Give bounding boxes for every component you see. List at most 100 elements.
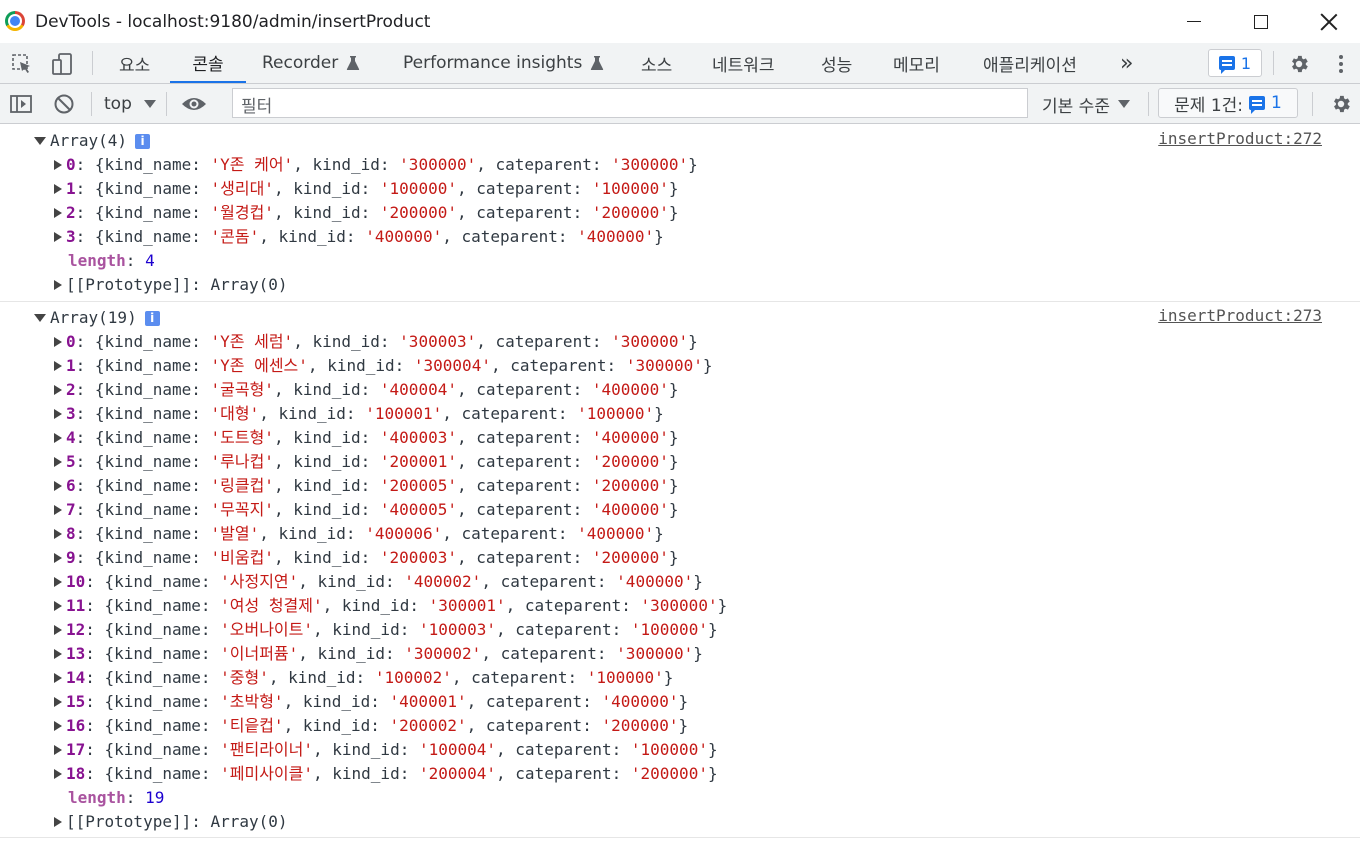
array-item-row[interactable]: 12: {kind_name: '오버나이트', kind_id: '10000…: [54, 618, 718, 642]
show-sidebar-button[interactable]: [6, 84, 36, 124]
punct: , kind_id:: [273, 476, 380, 495]
punct: , cateparent:: [442, 227, 578, 246]
tab-application[interactable]: 애플리케이션: [983, 43, 1077, 83]
array-item-row[interactable]: 10: {kind_name: '사정지연', kind_id: '400002…: [54, 570, 703, 594]
settings-button[interactable]: [1285, 43, 1313, 84]
punct: :: [125, 788, 146, 807]
live-expression-button[interactable]: [179, 84, 209, 124]
punct: : {kind_name:: [75, 203, 211, 222]
item-index: 0: [66, 155, 76, 174]
cateparent-value: '200000': [601, 716, 679, 735]
issues-badge-button[interactable]: 1: [1208, 49, 1262, 77]
array-item-row[interactable]: 1: {kind_name: 'Y존 에센스', kind_id: '30000…: [54, 354, 713, 378]
gear-icon: [1292, 55, 1308, 72]
prototype-label: [[Prototype]]: Array(0): [66, 812, 288, 831]
source-link[interactable]: insertProduct:272: [1158, 127, 1322, 151]
array-item-row[interactable]: 17: {kind_name: '팬티라이너', kind_id: '10000…: [54, 738, 718, 762]
array-item-row[interactable]: 0: {kind_name: 'Y존 케어', kind_id: '300000…: [54, 153, 698, 177]
cateparent-value: '300000': [625, 356, 703, 375]
item-index: 17: [66, 740, 86, 759]
punct: : {kind_name:: [85, 620, 221, 639]
punct: }: [668, 203, 679, 222]
tab-elements[interactable]: 요소: [119, 43, 150, 83]
array-item-row[interactable]: 4: {kind_name: '도트형', kind_id: '400003',…: [54, 426, 679, 450]
minimize-icon: [1187, 21, 1201, 22]
punct: : {kind_name:: [75, 524, 211, 543]
customize-menu-button[interactable]: [1330, 43, 1352, 84]
prototype-row[interactable]: [[Prototype]]: Array(0): [54, 273, 288, 297]
cateparent-value: '100000': [586, 668, 664, 687]
filter-input[interactable]: 필터: [232, 88, 1028, 118]
toolbar-divider: [1312, 92, 1313, 116]
item-index: 2: [66, 380, 76, 399]
inspect-element-button[interactable]: [8, 43, 36, 84]
prototype-row[interactable]: [[Prototype]]: Array(0): [54, 810, 288, 834]
tab-network[interactable]: 네트워크: [712, 43, 775, 83]
item-index: 5: [66, 452, 76, 471]
kind-id-value: '400003': [379, 428, 457, 447]
punct: , kind_id:: [307, 356, 414, 375]
toolbar-divider: [91, 92, 92, 116]
punct: , kind_id:: [273, 452, 380, 471]
array-item-row[interactable]: 7: {kind_name: '무꼭지', kind_id: '400005',…: [54, 498, 679, 522]
maximize-button[interactable]: [1228, 0, 1294, 43]
kind-name-value: '오버나이트': [220, 620, 313, 639]
expand-triangle-icon: [54, 409, 62, 419]
array-item-row[interactable]: 14: {kind_name: '중형', kind_id: '100002',…: [54, 666, 673, 690]
array-item-row[interactable]: 13: {kind_name: '이너퍼퓸', kind_id: '300002…: [54, 642, 703, 666]
array-item-row[interactable]: 5: {kind_name: '루나컵', kind_id: '200001',…: [54, 450, 679, 474]
kind-id-value: '400002': [404, 572, 482, 591]
array-header[interactable]: Array(4) i: [34, 129, 151, 153]
kind-id-value: '200000': [379, 203, 457, 222]
tab-console[interactable]: 콘솔: [170, 43, 246, 83]
source-link[interactable]: insertProduct:273: [1158, 304, 1322, 328]
kind-name-value: '콘돔': [210, 227, 260, 246]
item-index: 14: [66, 668, 86, 687]
tab-memory[interactable]: 메모리: [893, 43, 940, 83]
punct: , kind_id:: [322, 596, 429, 615]
issues-count-button[interactable]: 문제 1건: 1: [1158, 88, 1298, 118]
array-item-row[interactable]: 11: {kind_name: '여성 청결제', kind_id: '3000…: [54, 594, 727, 618]
kind-id-value: '400004': [379, 380, 457, 399]
kind-id-value: '300004': [413, 356, 491, 375]
array-item-row[interactable]: 16: {kind_name: '티읕컵', kind_id: '200002'…: [54, 714, 688, 738]
array-item-row[interactable]: 15: {kind_name: '초박형', kind_id: '400001'…: [54, 690, 688, 714]
punct: , cateparent:: [476, 155, 612, 174]
cateparent-value: '400000': [591, 380, 669, 399]
array-item-row[interactable]: 8: {kind_name: '발열', kind_id: '400006', …: [54, 522, 664, 546]
tab-recorder[interactable]: Recorder: [262, 43, 360, 83]
item-index: 9: [66, 548, 76, 567]
expand-triangle-icon: [54, 385, 62, 395]
clear-console-button[interactable]: [50, 84, 78, 124]
kind-name-value: '월경컵': [210, 203, 274, 222]
array-item-row[interactable]: 1: {kind_name: '생리대', kind_id: '100000',…: [54, 177, 679, 201]
array-header[interactable]: Array(19) i: [34, 306, 160, 330]
punct: , kind_id:: [273, 500, 380, 519]
array-item-row[interactable]: 6: {kind_name: '링클컵', kind_id: '200005',…: [54, 474, 679, 498]
cateparent-value: '200000': [630, 764, 708, 783]
tab-performance-insights[interactable]: Performance insights: [403, 43, 604, 83]
array-item-row[interactable]: 3: {kind_name: '대형', kind_id: '100001', …: [54, 402, 664, 426]
array-header-label: Array(19): [50, 308, 137, 327]
array-item-row[interactable]: 18: {kind_name: '페미사이클', kind_id: '20000…: [54, 762, 718, 786]
array-item-row[interactable]: 2: {kind_name: '월경컵', kind_id: '200000',…: [54, 201, 679, 225]
device-toolbar-button[interactable]: [47, 43, 77, 84]
context-selector[interactable]: top: [104, 84, 156, 124]
cateparent-value: '300000': [616, 644, 694, 663]
array-item-row[interactable]: 3: {kind_name: '콘돔', kind_id: '400000', …: [54, 225, 664, 249]
minimize-button[interactable]: [1161, 0, 1227, 43]
punct: }: [668, 452, 679, 471]
log-levels-dropdown[interactable]: 기본 수준: [1042, 84, 1130, 124]
tab-performance[interactable]: 성능: [821, 43, 852, 83]
kind-id-value: '100002': [374, 668, 452, 687]
tab-sources[interactable]: 소스: [641, 43, 672, 83]
kind-name-value: 'Y존 세럼': [210, 332, 294, 351]
more-tabs-button[interactable]: »: [1120, 43, 1133, 83]
array-item-row[interactable]: 2: {kind_name: '굴곡형', kind_id: '400004',…: [54, 378, 679, 402]
array-item-row[interactable]: 9: {kind_name: '비움컵', kind_id: '200003',…: [54, 546, 679, 570]
punct: }: [688, 332, 698, 351]
array-item-row[interactable]: 0: {kind_name: 'Y존 세럼', kind_id: '300003…: [54, 330, 698, 354]
close-button[interactable]: [1296, 0, 1360, 43]
expand-triangle-icon: [34, 137, 46, 145]
console-settings-button[interactable]: [1327, 84, 1355, 124]
